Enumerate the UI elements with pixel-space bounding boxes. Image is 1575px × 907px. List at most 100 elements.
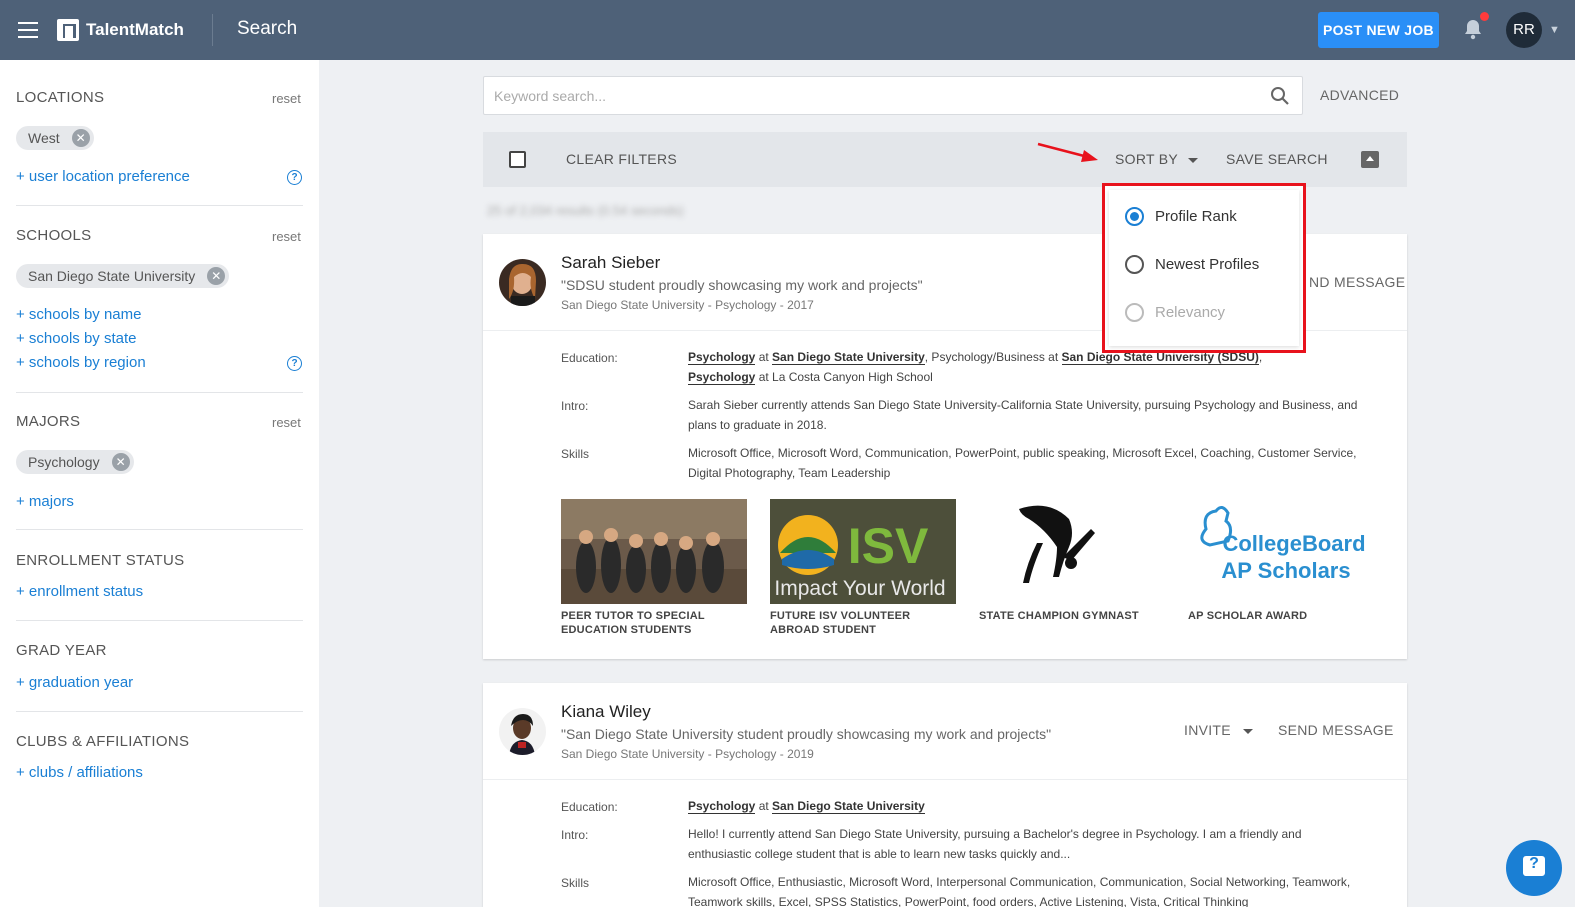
image-text: AP Scholars [1221, 558, 1350, 583]
majors-link[interactable]: + majors [16, 493, 74, 510]
sort-option-label: Newest Profiles [1155, 255, 1260, 273]
image-text: ISV [848, 518, 929, 574]
intro-value: Sarah Sieber currently attends San Diego… [688, 398, 1358, 432]
sort-menu: Profile Rank Newest Profiles Relevancy [1109, 190, 1299, 346]
sort-option-relevancy: Relevancy [1125, 300, 1225, 324]
schools-by-name-link[interactable]: + schools by name [16, 306, 142, 323]
profile-name[interactable]: Sarah Sieber [561, 253, 660, 273]
search-icon[interactable] [1270, 86, 1290, 106]
intro-label: Intro: [561, 828, 589, 842]
skills-value: Microsoft Office, Enthusiastic, Microsof… [688, 875, 1351, 907]
highlight-image[interactable] [561, 499, 747, 604]
intro-value: Hello! I currently attend San Diego Stat… [688, 827, 1302, 861]
bell-icon[interactable] [1463, 18, 1483, 40]
help-icon[interactable]: ? [287, 170, 302, 185]
grad-year-title: GRAD YEAR [16, 642, 107, 659]
header-divider [212, 14, 213, 46]
education-value: Psychology at San Diego State University [688, 799, 925, 814]
card-divider [483, 779, 1407, 780]
search-box [483, 76, 1303, 115]
brand-name: TalentMatch [86, 20, 184, 39]
sort-option-label: Relevancy [1155, 303, 1226, 321]
remove-chip-icon[interactable]: ✕ [71, 129, 90, 147]
post-new-job-button[interactable]: POST NEW JOB [1318, 12, 1439, 48]
page-title: Search [237, 18, 298, 39]
user-location-preference-link[interactable]: + user location preference [16, 168, 190, 185]
user-avatar[interactable]: RR [1506, 12, 1542, 48]
notification-dot [1480, 12, 1489, 21]
divider [16, 205, 303, 206]
menu-icon[interactable] [18, 22, 38, 38]
location-chip: West ✕ [16, 126, 94, 150]
sort-by-dropdown: Profile Rank Newest Profiles Relevancy [1102, 183, 1306, 353]
schools-reset-link[interactable]: reset [272, 229, 301, 244]
profile-name[interactable]: Kiana Wiley [561, 702, 651, 722]
divider [16, 392, 303, 393]
results-count: 25 of 2,034 results (0.54 seconds) [487, 203, 684, 218]
majors-title: MAJORS [16, 413, 81, 430]
advanced-search-link[interactable]: ADVANCED [1320, 87, 1399, 103]
intro-label: Intro: [561, 399, 589, 413]
invite-button[interactable]: INVITE [1184, 722, 1253, 738]
sort-by-label: SORT BY [1115, 151, 1179, 167]
remove-chip-icon[interactable]: ✕ [207, 267, 226, 285]
skills-value: Microsoft Office, Microsoft Word, Commun… [688, 446, 1357, 480]
image-text: CollegeBoard [1222, 531, 1365, 556]
locations-reset-link[interactable]: reset [272, 91, 301, 106]
clear-filters-button[interactable]: CLEAR FILTERS [566, 151, 677, 167]
sort-by-button[interactable]: SORT BY [1115, 151, 1199, 167]
radio-disabled-icon [1125, 302, 1144, 322]
highlight-image[interactable]: ISV Impact Your World [770, 499, 956, 604]
divider [16, 529, 303, 530]
schools-by-region-link[interactable]: + schools by region [16, 354, 146, 371]
sort-option-newest-profiles[interactable]: Newest Profiles [1125, 252, 1259, 276]
invite-label: INVITE [1184, 722, 1231, 738]
avatar[interactable] [499, 708, 546, 755]
highlight-caption: AP SCHOLAR AWARD [1188, 610, 1308, 622]
help-icon[interactable]: ? [287, 356, 302, 371]
send-message-button[interactable]: ND MESSAGE [1309, 274, 1405, 290]
save-search-button[interactable]: SAVE SEARCH [1226, 151, 1328, 167]
top-bar: TalentMatch Search POST NEW JOB RR ▼ [0, 0, 1575, 60]
locations-title: LOCATIONS [16, 89, 105, 106]
highlight-image[interactable] [979, 499, 1165, 604]
highlight-caption: PEER TUTOR TO SPECIAL EDUCATION STUDENTS [561, 610, 705, 636]
logo-icon [57, 19, 79, 41]
schools-title: SCHOOLS [16, 227, 92, 244]
export-icon[interactable] [1361, 151, 1379, 168]
keyword-search-input[interactable] [484, 77, 1244, 114]
profile-meta: San Diego State University - Psychology … [561, 298, 814, 312]
chevron-down-icon[interactable]: ▼ [1549, 24, 1560, 36]
graduation-year-link[interactable]: + graduation year [16, 674, 133, 691]
majors-reset-link[interactable]: reset [272, 415, 301, 430]
avatar[interactable] [499, 259, 546, 306]
schools-by-state-link[interactable]: + schools by state [16, 330, 136, 347]
skills-label: Skills [561, 447, 590, 461]
select-all-checkbox[interactable] [509, 151, 526, 168]
education-value: Psychology at San Diego State University… [688, 350, 1263, 385]
red-arrow-annotation [1037, 142, 1098, 162]
remove-chip-icon[interactable]: ✕ [111, 453, 130, 471]
filter-sidebar: LOCATIONS reset West ✕ + user location p… [0, 60, 319, 907]
major-chip: Psychology ✕ [16, 450, 134, 474]
enrollment-status-link[interactable]: + enrollment status [16, 583, 143, 600]
sort-option-profile-rank[interactable]: Profile Rank [1125, 204, 1237, 228]
profile-meta: San Diego State University - Psychology … [561, 747, 814, 761]
chip-label: Psychology [28, 454, 100, 470]
profile-tagline: "SDSU student proudly showcasing my work… [561, 277, 923, 293]
help-chat-button[interactable]: ? [1506, 840, 1562, 896]
enrollment-status-title: ENROLLMENT STATUS [16, 552, 185, 569]
radio-checked-icon [1125, 206, 1144, 226]
chip-label: San Diego State University [28, 268, 196, 284]
skills-label: Skills [561, 876, 590, 890]
school-chip: San Diego State University ✕ [16, 264, 230, 288]
highlight-caption: FUTURE ISV VOLUNTEER ABROAD STUDENT [770, 610, 911, 636]
caret-down-icon [1242, 728, 1253, 734]
chip-label: West [28, 130, 60, 146]
education-label: Education: [561, 800, 618, 814]
clubs-affiliations-link[interactable]: + clubs / affiliations [16, 764, 143, 781]
clubs-affiliations-title: CLUBS & AFFILIATIONS [16, 733, 190, 750]
divider [16, 711, 303, 712]
send-message-button[interactable]: SEND MESSAGE [1278, 722, 1394, 738]
highlight-image[interactable]: CollegeBoard AP Scholars [1188, 499, 1374, 604]
